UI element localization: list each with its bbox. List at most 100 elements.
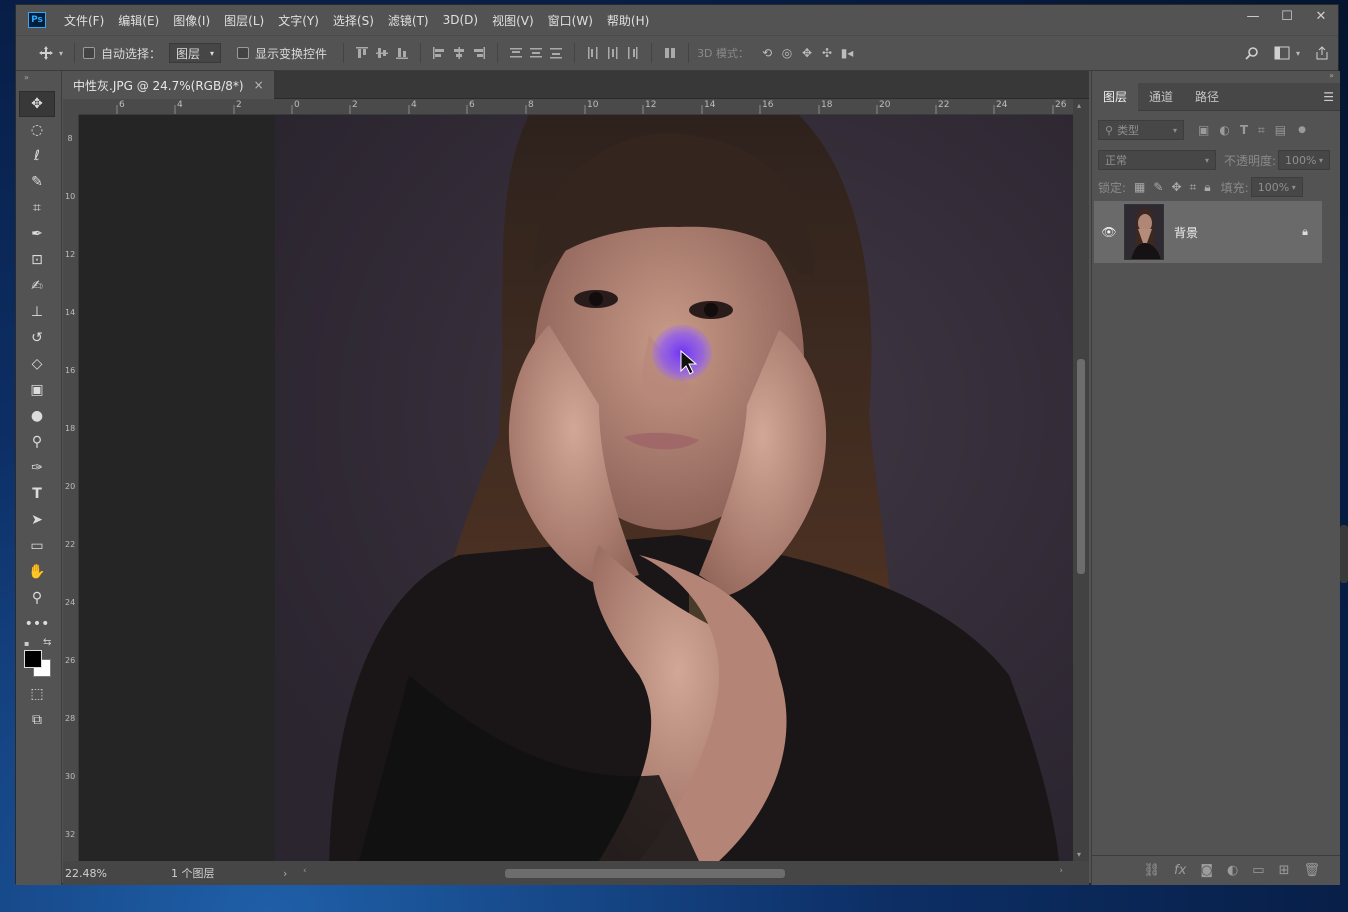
collapse-panel-icon[interactable]: »: [1329, 71, 1334, 80]
document-tab[interactable]: 中性灰.JPG @ 24.7%(RGB/8*) ×: [63, 71, 274, 99]
type-icon[interactable]: T: [19, 481, 55, 507]
blur-icon[interactable]: ●: [19, 403, 55, 429]
eyedropper-icon[interactable]: ✒: [19, 221, 55, 247]
align-left-icon[interactable]: [429, 43, 449, 63]
status-menu-arrow[interactable]: ›: [283, 867, 287, 880]
minimize-button[interactable]: —: [1236, 5, 1270, 27]
panel-menu-icon[interactable]: ☰: [1323, 90, 1334, 104]
menu-edit[interactable]: 编辑(E): [118, 12, 159, 29]
dodge-icon[interactable]: ⚲: [19, 429, 55, 455]
rectangle-icon[interactable]: ▭: [19, 533, 55, 559]
lock-artboard-icon[interactable]: ⌗: [1190, 180, 1197, 195]
auto-select-option[interactable]: 自动选择：: [83, 45, 161, 62]
menu-3d[interactable]: 3D(D): [443, 13, 478, 27]
trash-icon[interactable]: 🗑︎: [1303, 863, 1320, 878]
path-select-icon[interactable]: ➤: [19, 507, 55, 533]
screen-mode-icon[interactable]: ⧉: [19, 707, 55, 733]
eraser-icon[interactable]: ◇: [19, 351, 55, 377]
adjustment-layer-icon[interactable]: ◐: [1227, 863, 1238, 878]
history-brush-icon[interactable]: ↺: [19, 325, 55, 351]
vertical-scroll-thumb[interactable]: [1077, 359, 1085, 574]
fx-icon[interactable]: fx: [1174, 863, 1186, 878]
foreground-color-swatch[interactable]: [24, 650, 42, 668]
menu-image[interactable]: 图像(I): [173, 12, 210, 29]
filter-toggle-icon[interactable]: ●: [1298, 125, 1306, 135]
3d-pan-icon[interactable]: ✥: [797, 43, 817, 63]
layer-row[interactable]: 👁︎ 背景 🔒︎: [1094, 201, 1322, 263]
blend-mode-dropdown[interactable]: 正常 ▾: [1098, 150, 1216, 170]
distribute-left-icon[interactable]: [583, 43, 603, 63]
filter-pixel-icon[interactable]: ▣: [1198, 123, 1209, 137]
show-transform-checkbox[interactable]: [237, 47, 250, 59]
move-tool-preset-icon[interactable]: [36, 43, 56, 63]
distribute-hcenter-icon[interactable]: [603, 43, 623, 63]
scroll-down-icon[interactable]: ▾: [1077, 850, 1081, 859]
marquee-icon[interactable]: ◌: [19, 117, 55, 143]
opacity-field[interactable]: 100% ▾: [1278, 150, 1331, 170]
menu-window[interactable]: 窗口(W): [548, 12, 593, 29]
more-icon[interactable]: •••: [19, 611, 55, 637]
distribute-vcenter-icon[interactable]: [526, 43, 546, 63]
show-transform-option[interactable]: 显示变换控件: [237, 45, 327, 62]
scroll-left-icon[interactable]: ‹: [303, 866, 307, 876]
filter-shape-icon[interactable]: ⌗: [1258, 123, 1265, 138]
brush-icon[interactable]: ✍: [19, 273, 55, 299]
menu-type[interactable]: 文字(Y): [278, 12, 319, 29]
distribute-bottom-icon[interactable]: [546, 43, 566, 63]
horizontal-scroll-thumb[interactable]: [505, 869, 785, 878]
menu-view[interactable]: 视图(V): [492, 12, 534, 29]
3d-roll-icon[interactable]: ◎: [777, 43, 797, 63]
stamp-icon[interactable]: ⊥: [19, 299, 55, 325]
align-hcenter-icon[interactable]: [449, 43, 469, 63]
horizontal-scrollbar[interactable]: ‹ ›: [303, 866, 1063, 879]
distribute-top-icon[interactable]: [506, 43, 526, 63]
close-tab-icon[interactable]: ×: [254, 78, 264, 92]
image-canvas[interactable]: [79, 115, 1073, 861]
lock-pixels-icon[interactable]: ✎: [1153, 180, 1163, 194]
auto-align-icon[interactable]: [660, 43, 680, 63]
eye-icon[interactable]: 👁︎: [1094, 225, 1124, 239]
3d-orbit-icon[interactable]: ⟲: [757, 43, 777, 63]
quick-mask-icon[interactable]: ⬚: [19, 681, 55, 707]
filter-adjustment-icon[interactable]: ◐: [1219, 123, 1229, 137]
scroll-right-icon[interactable]: ›: [1059, 866, 1063, 876]
link-layers-icon[interactable]: ⛓: [1144, 863, 1161, 878]
layer-mask-icon[interactable]: ◙: [1200, 863, 1213, 878]
hand-icon[interactable]: ✋: [19, 559, 55, 585]
share-icon[interactable]: [1312, 43, 1332, 63]
fill-field[interactable]: 100% ▾: [1250, 177, 1303, 197]
default-colors-icon[interactable]: ▪: [24, 639, 29, 648]
align-vcenter-icon[interactable]: [372, 43, 392, 63]
distribute-right-icon[interactable]: [623, 43, 643, 63]
menu-file[interactable]: 文件(F): [64, 12, 104, 29]
frame-icon[interactable]: ⊡: [19, 247, 55, 273]
zoom-level[interactable]: 22.48%: [65, 867, 125, 880]
menu-select[interactable]: 选择(S): [333, 12, 374, 29]
scroll-up-icon[interactable]: ▴: [1077, 101, 1081, 110]
collapse-toolbar-icon[interactable]: »: [24, 73, 29, 82]
3d-camera-icon[interactable]: ▮◂: [837, 43, 857, 63]
lock-position-icon[interactable]: ✥: [1171, 180, 1181, 194]
gradient-icon[interactable]: ▣: [19, 377, 55, 403]
new-layer-icon[interactable]: ⊞: [1279, 863, 1290, 878]
workspace-icon[interactable]: [1272, 43, 1292, 63]
tab-paths[interactable]: 路径: [1184, 83, 1230, 111]
lock-transparent-icon[interactable]: ▦: [1134, 180, 1145, 194]
crop-icon[interactable]: ⌗: [19, 195, 55, 221]
quick-select-icon[interactable]: ✎: [19, 169, 55, 195]
layer-filter-dropdown[interactable]: ⚲ 类型 ▾: [1098, 120, 1184, 140]
tab-channels[interactable]: 通道: [1138, 83, 1184, 111]
vertical-scrollbar[interactable]: ▴ ▾: [1073, 99, 1089, 861]
chevron-down-icon[interactable]: ▾: [1292, 43, 1304, 63]
close-button[interactable]: ✕: [1304, 5, 1338, 27]
align-top-icon[interactable]: [352, 43, 372, 63]
3d-slide-icon[interactable]: ✣: [817, 43, 837, 63]
search-icon[interactable]: [1242, 43, 1262, 63]
move-icon[interactable]: ✥: [19, 91, 55, 117]
lock-all-icon[interactable]: 🔒︎: [1204, 180, 1210, 195]
pen-icon[interactable]: ✑: [19, 455, 55, 481]
maximize-button[interactable]: ☐: [1270, 5, 1304, 27]
zoom-icon[interactable]: ⚲: [19, 585, 55, 611]
align-bottom-icon[interactable]: [392, 43, 412, 63]
filter-type-icon[interactable]: T: [1240, 123, 1248, 137]
